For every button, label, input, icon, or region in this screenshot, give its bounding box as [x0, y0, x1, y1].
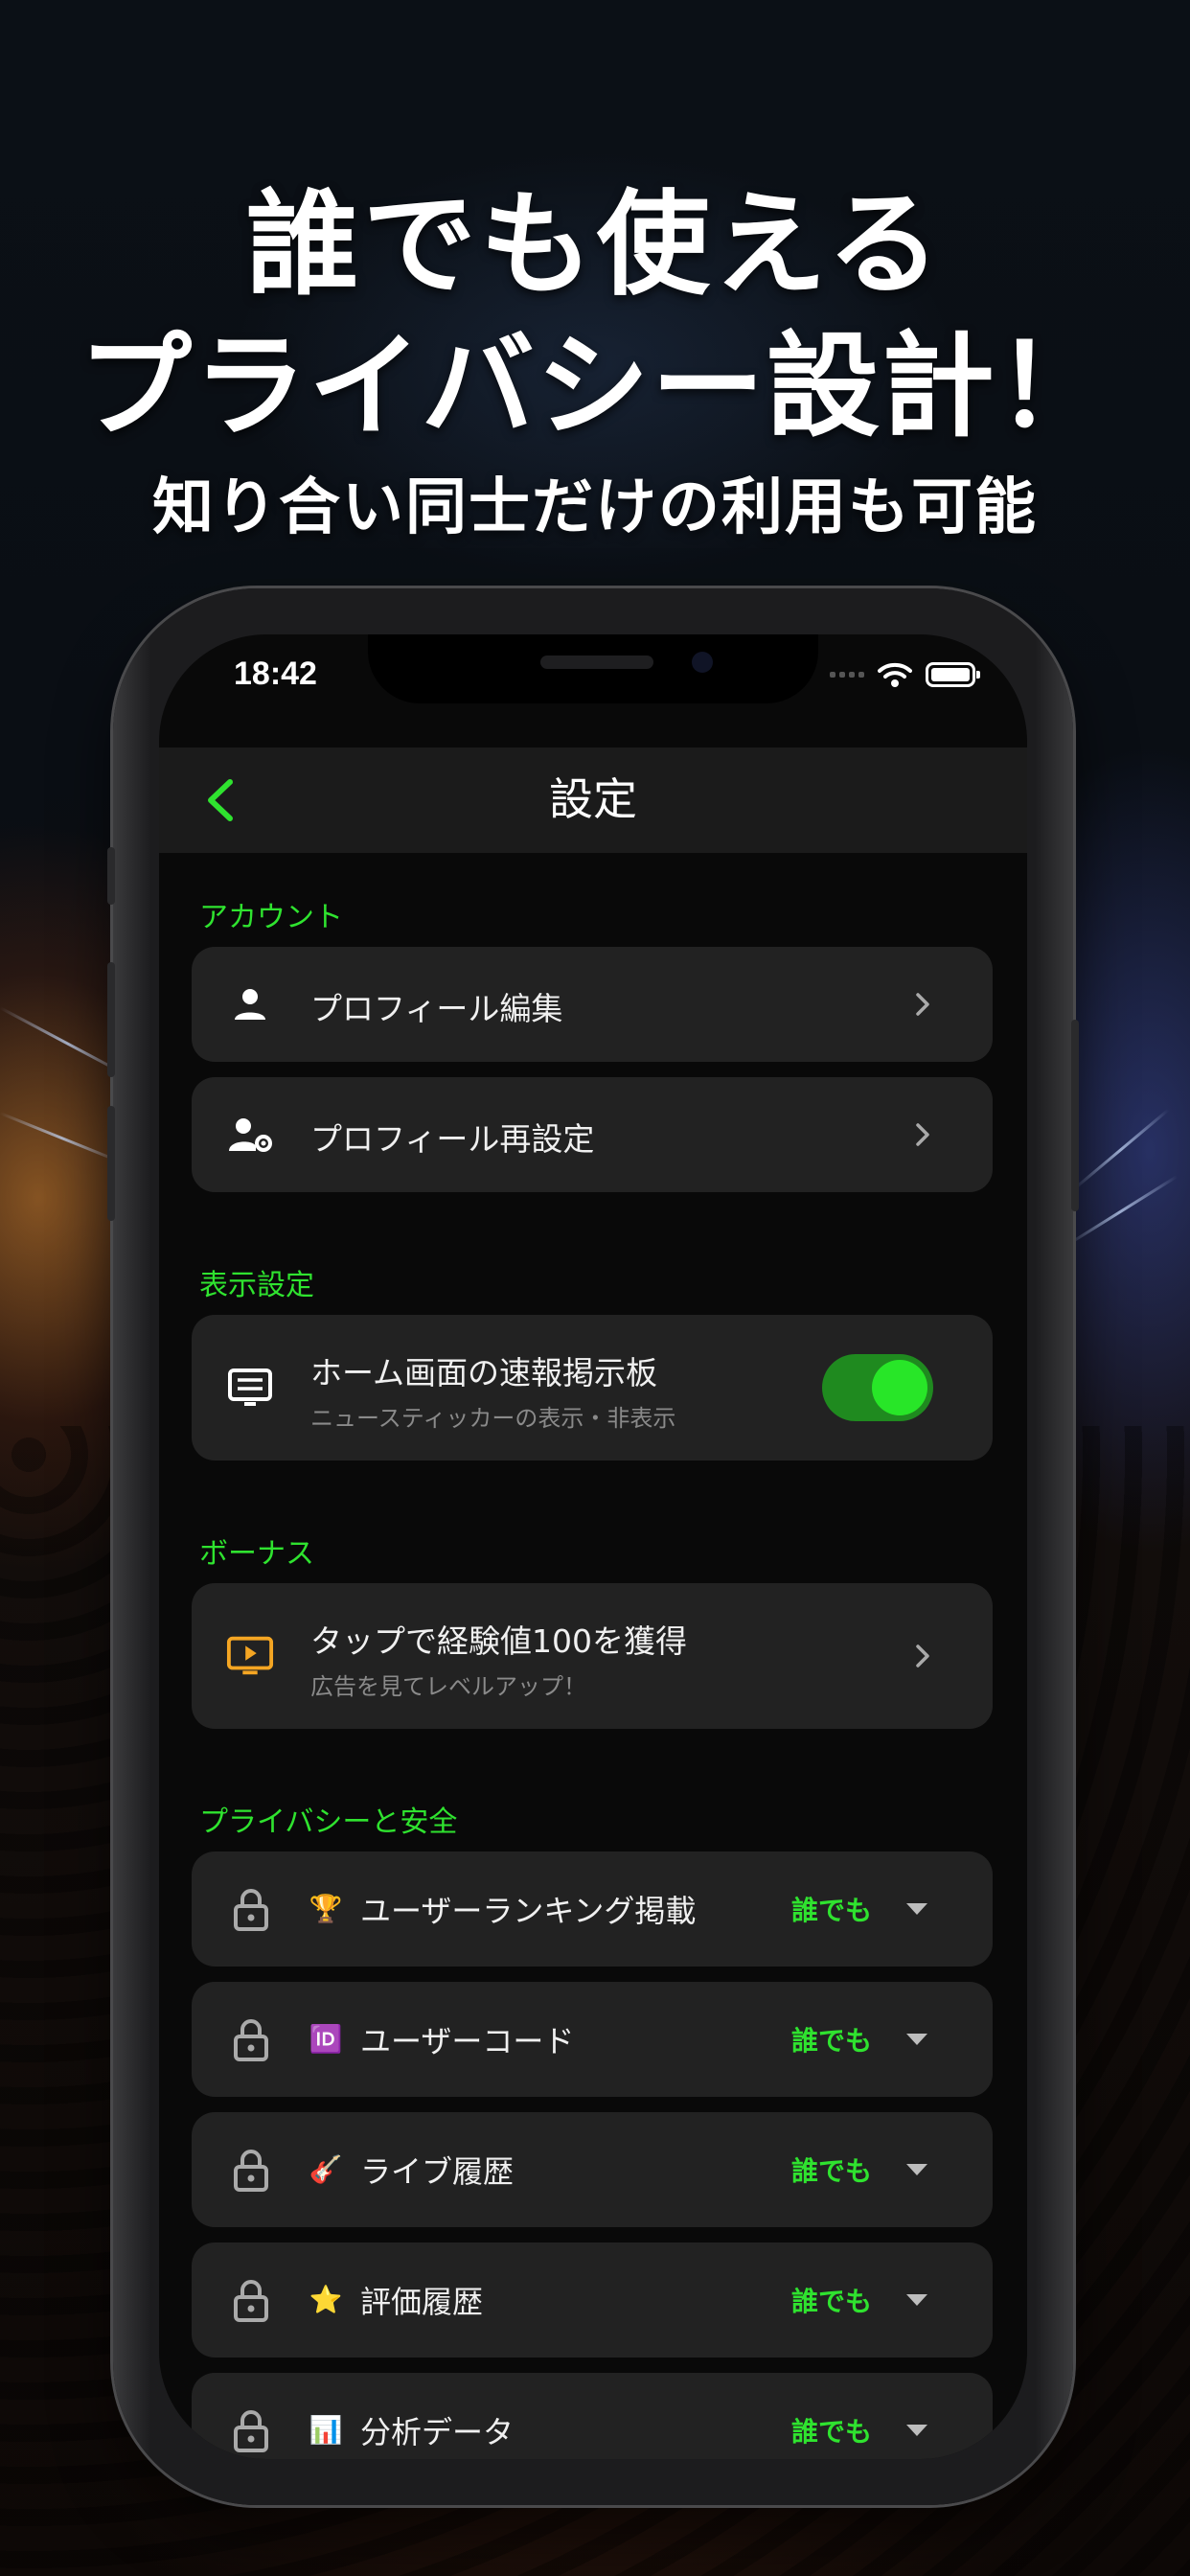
chevron-right-icon	[916, 1644, 929, 1668]
profile-edit-label: プロフィール編集	[310, 990, 563, 1027]
laser-beam	[0, 1112, 126, 1165]
phone-frame: 18:42 設定 アカウント プロフィール編集 プロフィール再設定 表示設定 ホ…	[107, 588, 1079, 2505]
privacy-row-analytics[interactable]: 📊 分析データ 誰でも	[192, 2373, 993, 2459]
trophy-icon: 🏆	[309, 1893, 343, 1924]
privacy-row-live-history[interactable]: 🎸 ライブ履歴 誰でも	[192, 2112, 993, 2227]
privacy-rating-history-label: 評価履歴	[360, 2284, 484, 2320]
lock-icon	[234, 2019, 268, 2061]
privacy-live-history-label: ライブ履歴	[360, 2153, 515, 2190]
profile-edit-row[interactable]: プロフィール編集	[192, 947, 993, 1062]
phone-side-button	[107, 847, 115, 905]
privacy-ranking-label: ユーザーランキング掲載	[360, 1893, 697, 1929]
privacy-analytics-value[interactable]: 誰でも	[791, 2411, 872, 2450]
profile-reset-label: プロフィール再設定	[310, 1120, 595, 1158]
guitar-icon: 🎸	[309, 2153, 343, 2185]
dropdown-caret-icon[interactable]	[906, 2164, 927, 2175]
dropdown-caret-icon[interactable]	[906, 2294, 927, 2306]
chevron-right-icon	[916, 993, 929, 1016]
profile-reset-row[interactable]: プロフィール再設定	[192, 1077, 993, 1192]
section-header-account: アカウント	[199, 901, 343, 934]
bar-chart-icon: 📊	[309, 2414, 343, 2446]
ticker-board-icon	[226, 1364, 274, 1412]
privacy-ranking-value[interactable]: 誰でも	[791, 1890, 872, 1928]
section-header-display: 表示設定	[199, 1269, 314, 1302]
laser-beam	[1072, 1108, 1170, 1191]
dropdown-caret-icon[interactable]	[906, 2034, 927, 2045]
lock-icon	[234, 1889, 268, 1931]
privacy-row-rating-history[interactable]: ⭐ 評価履歴 誰でも	[192, 2242, 993, 2358]
news-ticker-row: ホーム画面の速報掲示板 ニュースティッカーの表示・非表示	[192, 1315, 993, 1460]
star-icon: ⭐	[309, 2284, 343, 2315]
dropdown-caret-icon[interactable]	[906, 2425, 927, 2436]
bonus-exp-label: タップで経験値100を獲得	[310, 1622, 687, 1660]
status-icons	[830, 661, 980, 688]
cellular-signal-icon	[830, 672, 864, 678]
news-ticker-toggle[interactable]	[822, 1354, 933, 1421]
bonus-exp-row[interactable]: タップで経験値100を獲得 広告を見てレベルアップ！	[192, 1583, 993, 1729]
privacy-rating-history-value[interactable]: 誰でも	[791, 2281, 872, 2319]
news-ticker-label: ホーム画面の速報掲示板	[310, 1354, 658, 1392]
headline-subtitle: 知り合い同士だけの利用も可能	[152, 472, 1038, 543]
camera	[692, 652, 713, 673]
privacy-analytics-label: 分析データ	[360, 2414, 515, 2450]
lock-icon	[234, 2280, 268, 2322]
bonus-exp-sublabel: 広告を見てレベルアップ！	[310, 1673, 586, 1700]
headline-line-2: プライバシー設計！	[79, 320, 1111, 452]
video-ad-icon	[226, 1632, 274, 1680]
privacy-row-ranking[interactable]: 🏆 ユーザーランキング掲載 誰でも	[192, 1852, 993, 1966]
settings-list: アカウント プロフィール編集 プロフィール再設定 表示設定 ホーム画面の速報掲示…	[159, 853, 1027, 2459]
speaker	[540, 656, 653, 669]
news-ticker-sublabel: ニュースティッカーの表示・非表示	[310, 1405, 676, 1432]
privacy-live-history-value[interactable]: 誰でも	[791, 2150, 872, 2189]
dropdown-caret-icon[interactable]	[906, 1903, 927, 1915]
laser-beam	[1063, 1175, 1179, 1249]
phone-side-button	[1071, 1020, 1079, 1211]
notch	[368, 634, 818, 703]
phone-side-button	[107, 962, 115, 1077]
page-title: 設定	[549, 773, 637, 825]
lock-icon	[234, 2410, 268, 2452]
phone-screen: 18:42 設定 アカウント プロフィール編集 プロフィール再設定 表示設定 ホ…	[159, 634, 1027, 2459]
section-header-bonus: ボーナス	[199, 1537, 314, 1571]
lock-icon	[234, 2150, 268, 2192]
privacy-user-code-value[interactable]: 誰でも	[791, 2020, 872, 2058]
privacy-user-code-label: ユーザーコード	[360, 2023, 575, 2059]
navigation-bar: 設定	[159, 748, 1027, 853]
person-icon	[226, 980, 274, 1028]
chevron-right-icon	[916, 1123, 929, 1146]
id-badge-icon: 🆔	[309, 2023, 343, 2055]
privacy-row-user-code[interactable]: 🆔 ユーザーコード 誰でも	[192, 1982, 993, 2097]
phone-side-button	[107, 1106, 115, 1221]
wifi-icon	[878, 662, 912, 687]
section-header-privacy: プライバシーと安全	[199, 1806, 458, 1839]
battery-icon	[926, 662, 980, 687]
headline-line-1: 誰でも使える	[245, 178, 945, 310]
toggle-knob	[872, 1360, 927, 1415]
person-gear-icon	[226, 1111, 274, 1159]
status-time: 18:42	[234, 656, 317, 692]
